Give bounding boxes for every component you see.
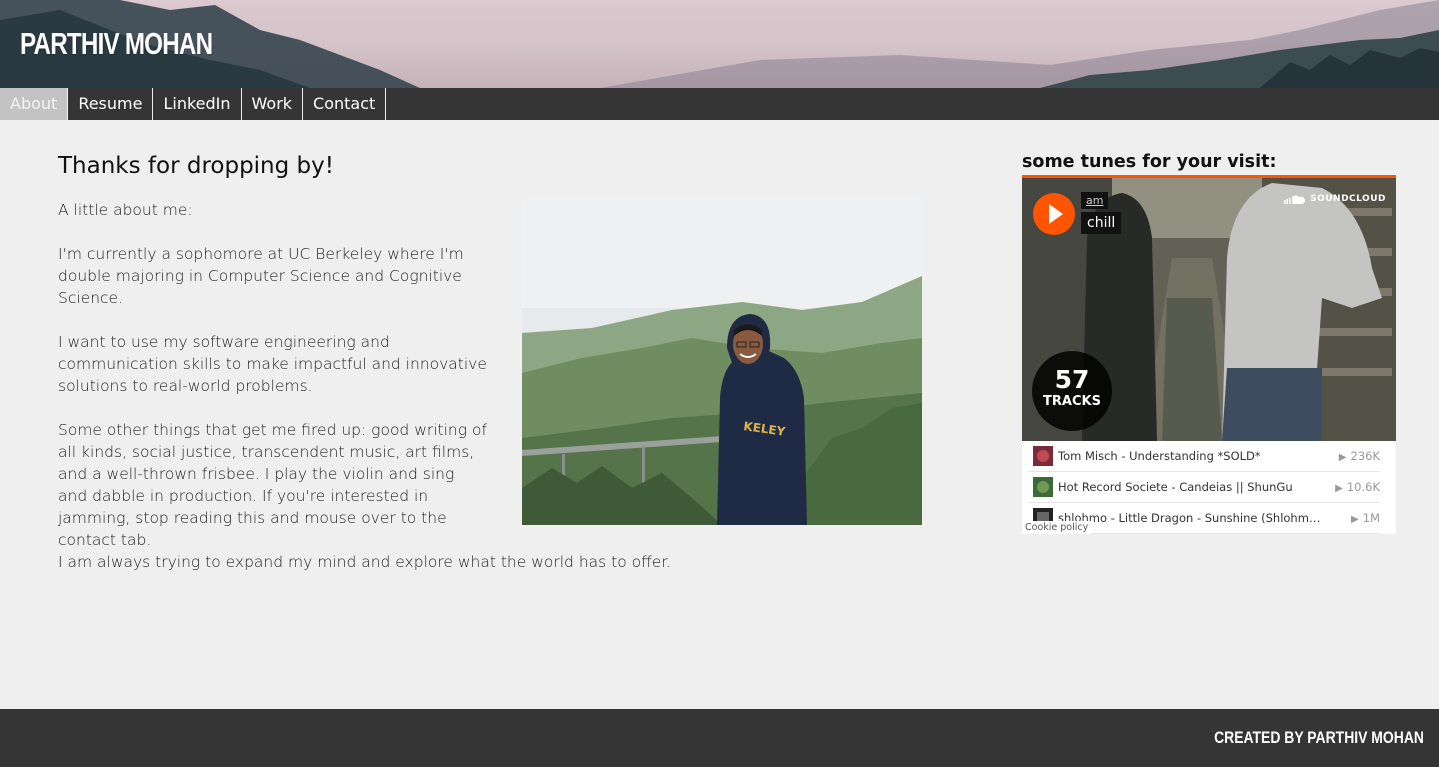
profile-photo: KELEY [522, 198, 922, 525]
footer-credit: CREATED BY PARTHIV MOHAN [1214, 728, 1424, 747]
intro-text: A little about me: [58, 201, 193, 219]
bio-paragraph-2: I want to use my software engineering an… [58, 333, 487, 395]
track-row[interactable]: Hot Record Societe - Candeias || ShunGu … [1028, 472, 1380, 503]
playlist-artwork[interactable]: am chill SOUNDCLOUD 57 TRACKS [1022, 178, 1396, 441]
track-thumbnail [1033, 446, 1053, 466]
bio-paragraph-1: I'm currently a sophomore at UC Berkeley… [58, 245, 464, 307]
nav-item-resume[interactable]: Resume [68, 88, 154, 120]
footer: CREATED BY PARTHIV MOHAN [0, 709, 1439, 767]
play-count-icon: ▶ [1351, 514, 1359, 525]
cookie-policy-link[interactable]: Cookie policy [1022, 521, 1092, 534]
nav-item-linkedin[interactable]: LinkedIn [153, 88, 242, 120]
mountain-banner-image [0, 0, 1439, 88]
nav-item-contact[interactable]: Contact [303, 88, 387, 120]
playlist-title[interactable]: chill [1081, 212, 1122, 234]
track-title: Hot Record Societe - Candeias || ShunGu [1058, 480, 1293, 494]
track-count-label: TRACKS [1043, 394, 1101, 409]
track-thumbnail [1033, 477, 1053, 497]
bio-paragraph-4: I am always trying to expand my mind and… [58, 553, 672, 571]
main-nav: About Resume LinkedIn Work Contact [0, 88, 1439, 120]
track-plays: ▶ 236K [1338, 449, 1380, 463]
play-count-icon: ▶ [1335, 483, 1343, 494]
nav-item-about[interactable]: About [0, 88, 69, 120]
track-title: Tom Misch - Understanding *SOLD* [1058, 449, 1261, 463]
track-plays: ▶ 1M [1351, 511, 1380, 525]
playlist-user-link[interactable]: am [1081, 192, 1109, 209]
track-row[interactable]: Tom Misch - Understanding *SOLD* ▶ 236K [1028, 441, 1380, 472]
play-button[interactable] [1033, 193, 1075, 235]
play-count-icon: ▶ [1338, 452, 1347, 463]
track-title: shlohmo - Little Dragon - Sunshine (Shlo… [1058, 511, 1324, 525]
track-count: 57 [1054, 365, 1090, 394]
track-count-badge: 57 TRACKS [1032, 351, 1112, 431]
soundcloud-logo-text: SOUNDCLOUD [1310, 194, 1386, 204]
page-heading: Thanks for dropping by! [58, 153, 334, 179]
header-banner: PARTHIV MOHAN [0, 0, 1439, 88]
tunes-label: some tunes for your visit: [1022, 152, 1277, 172]
nav-item-work[interactable]: Work [242, 88, 304, 120]
track-plays: ▶ 10.6K [1335, 480, 1380, 494]
bio-paragraph-3: Some other things that get me fired up: … [58, 421, 487, 549]
soundcloud-logo[interactable]: SOUNDCLOUD [1284, 194, 1386, 204]
site-title[interactable]: PARTHIV MOHAN [20, 26, 213, 62]
soundcloud-icon [1284, 195, 1306, 204]
soundcloud-widget[interactable]: am chill SOUNDCLOUD 57 TRACKS Tom Misch … [1022, 175, 1396, 534]
